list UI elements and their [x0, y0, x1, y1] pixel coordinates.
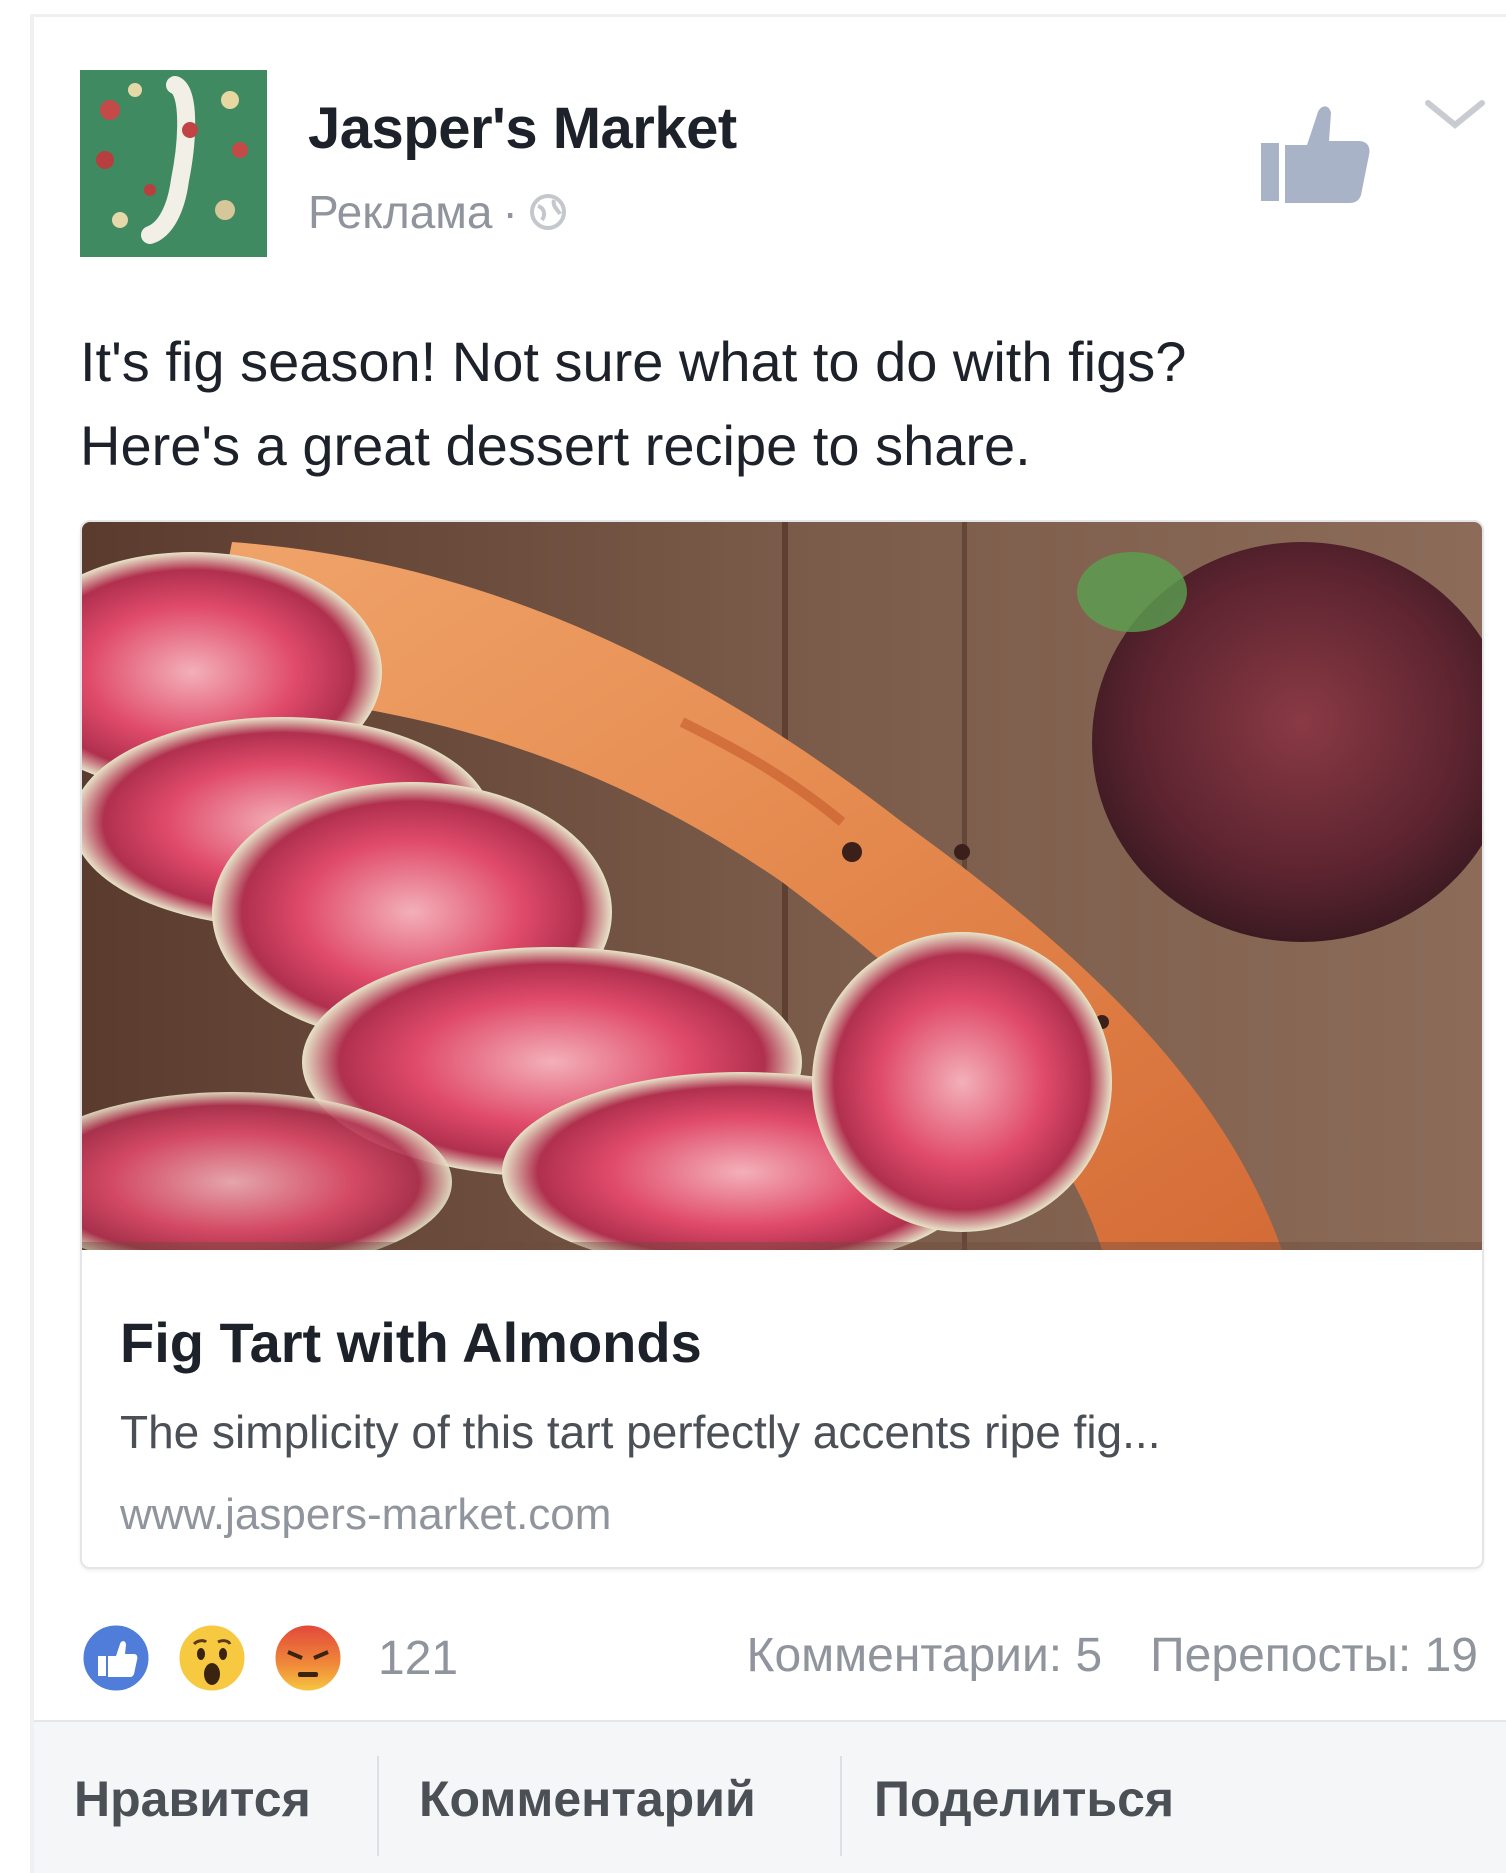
reaction-count[interactable]: 121: [378, 1631, 458, 1686]
link-title[interactable]: Fig Tart with Almonds: [120, 1310, 702, 1375]
meta-separator: ·: [502, 186, 518, 238]
logo-image: [80, 70, 267, 257]
post-meta: Реклама ·: [308, 185, 568, 239]
action-divider: [377, 1756, 379, 1856]
link-description: The simplicity of this tart perfectly ac…: [120, 1406, 1161, 1458]
post-stats: Комментарии: 5 Перепосты: 19: [746, 1628, 1478, 1683]
link-domain: www.jaspers-market.com: [120, 1490, 612, 1539]
link-info[interactable]: Fig Tart with Almonds The simplicity of …: [82, 1250, 1482, 1567]
post-message: It's fig season! Not sure what to do wit…: [80, 320, 1460, 488]
link-image[interactable]: [82, 522, 1482, 1272]
like-reaction-icon: [80, 1622, 152, 1694]
globe-icon: [528, 192, 568, 232]
reactions-summary[interactable]: 121: [80, 1618, 458, 1698]
sponsored-label[interactable]: Реклама: [308, 185, 493, 239]
link-attachment[interactable]: Fig Tart with Almonds The simplicity of …: [80, 520, 1484, 1569]
comments-count[interactable]: Комментарии: 5: [746, 1628, 1102, 1683]
like-page-icon[interactable]: [1255, 95, 1375, 215]
page-avatar[interactable]: [80, 70, 267, 257]
comment-button[interactable]: Комментарий: [419, 1770, 756, 1828]
message-line-2: Here's a great dessert recipe to share.: [80, 414, 1031, 477]
share-button[interactable]: Поделиться: [874, 1770, 1174, 1828]
message-line-1: It's fig season! Not sure what to do wit…: [80, 330, 1187, 393]
page-name[interactable]: Jasper's Market: [308, 95, 737, 162]
action-divider: [840, 1756, 842, 1856]
shares-count[interactable]: Перепосты: 19: [1150, 1628, 1478, 1683]
angry-reaction-icon: [272, 1622, 344, 1694]
chevron-down-icon[interactable]: [1420, 95, 1490, 135]
page: Jasper's Market Реклама · It's fig seaso…: [0, 0, 1506, 1873]
wow-reaction-icon: [176, 1622, 248, 1694]
action-bar: Нравится Комментарий Поделиться: [34, 1720, 1506, 1873]
like-button[interactable]: Нравится: [74, 1770, 311, 1828]
